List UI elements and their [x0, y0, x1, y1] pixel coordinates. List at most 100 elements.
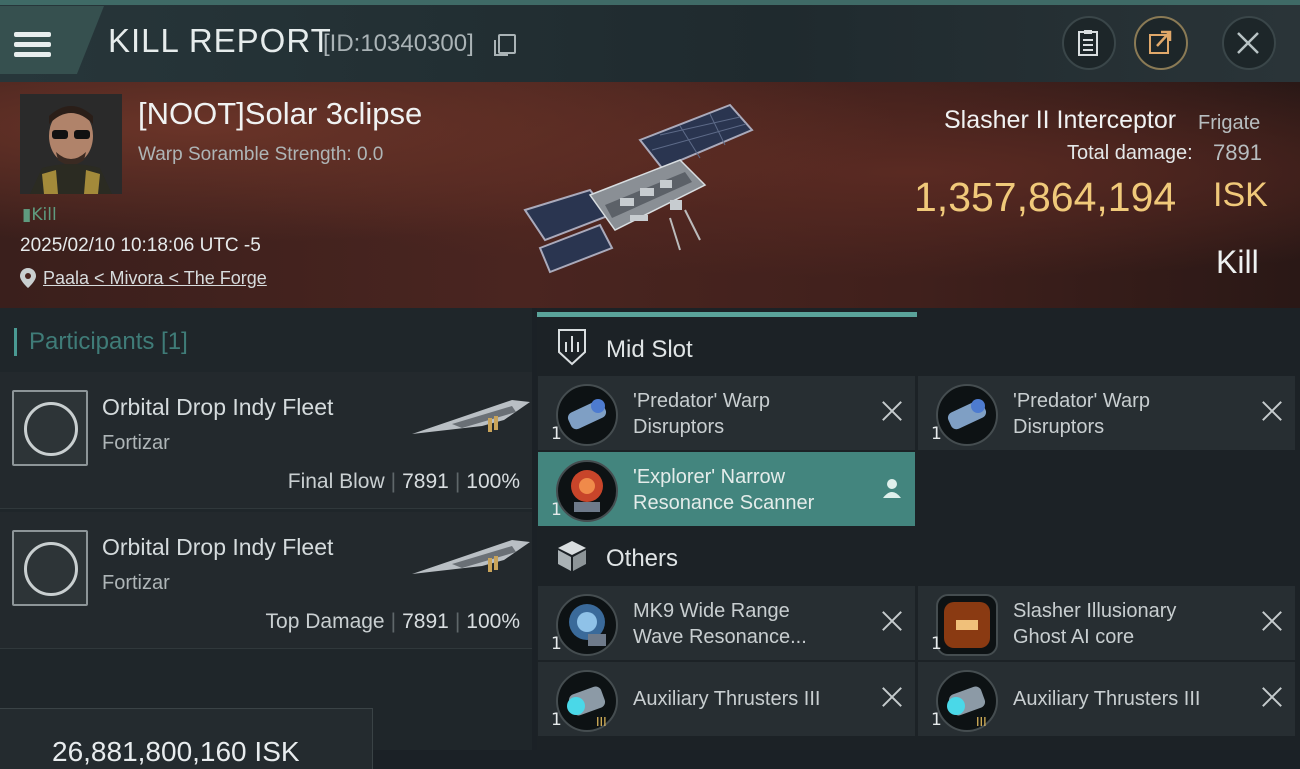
module-name-line-1: Auxiliary Thrusters III	[1013, 688, 1201, 710]
module-item[interactable]: III 1 Auxiliary Thrusters III	[538, 662, 915, 736]
thruster-icon: III	[936, 670, 998, 732]
participant-damage: 7891	[402, 610, 449, 633]
scanner-icon	[556, 460, 618, 522]
report-id: [ID:10340300]	[323, 30, 474, 57]
corp-emblem-icon	[12, 390, 88, 466]
module-name-line-2: Resonance Scanner	[633, 492, 815, 514]
close-icon	[1237, 32, 1259, 54]
participant-ship: Fortizar	[102, 572, 170, 594]
kill-tag: ▮Kill	[22, 205, 57, 225]
warp-disruptor-icon	[556, 384, 618, 446]
module-qty: 1	[931, 424, 942, 444]
participant-stats: Top Damage | 7891 | 100%	[265, 610, 520, 633]
portrait-image	[20, 94, 122, 194]
module-qty: 1	[551, 500, 562, 520]
resonance-scanner-icon	[556, 594, 618, 656]
copy-icon[interactable]	[494, 34, 516, 56]
kill-tag-label: Kill	[31, 205, 57, 225]
module-qty: 1	[551, 424, 562, 444]
warp-scramble-strength: Warp Soramble Strength: 0.0	[138, 144, 384, 165]
module-name: 'Predator' Warp Disruptors	[1013, 388, 1243, 440]
module-name: MK9 Wide Range Wave Resonance...	[633, 598, 863, 650]
module-name-line-1: MK9 Wide Range	[633, 600, 790, 622]
participant-role: Top Damage	[265, 610, 385, 633]
participant-row[interactable]: Orbital Drop Indy Fleet Fortizar Final B…	[0, 372, 532, 509]
participant-ship-icon	[412, 540, 530, 574]
participant-percent: 100%	[466, 470, 520, 493]
kill-datetime: 2025/02/10 10:18:06 UTC -5	[20, 235, 261, 256]
victim-portrait[interactable]	[20, 94, 122, 194]
share-icon	[1149, 30, 1172, 54]
destroyed-icon	[881, 610, 903, 632]
module-name-line-1: 'Predator' Warp	[633, 390, 770, 412]
participant-damage: 7891	[402, 470, 449, 493]
menu-icon[interactable]	[14, 32, 51, 58]
module-qty: 1	[931, 710, 942, 730]
module-name-line-2: Disruptors	[633, 416, 725, 438]
clipboard-button[interactable]	[1062, 16, 1116, 70]
module-qty: 1	[931, 634, 942, 654]
victim-ship-class: Frigate	[1198, 112, 1261, 134]
thruster-icon: III	[556, 670, 618, 732]
destroyed-icon	[1261, 686, 1283, 708]
participant-fleet: Orbital Drop Indy Fleet	[102, 534, 334, 560]
module-item[interactable]: III 1 Auxiliary Thrusters III	[918, 662, 1295, 736]
participant-ship: Fortizar	[102, 432, 170, 454]
destroyed-icon	[1261, 610, 1283, 632]
total-damage-value: 7891	[1213, 140, 1262, 165]
victim-banner: [NOOT]Solar 3clipse Warp Soramble Streng…	[0, 82, 1300, 308]
victim-ship-name[interactable]: Slasher II Interceptor	[944, 106, 1176, 135]
clipboard-icon	[1078, 30, 1098, 56]
participant-row[interactable]: Orbital Drop Indy Fleet Fortizar Top Dam…	[0, 512, 532, 649]
participants-heading: Participants [1]	[14, 328, 188, 356]
participants-panel: Participants [1] Orbital Drop Indy Fleet…	[0, 308, 532, 769]
corp-emblem-icon	[12, 530, 88, 606]
location-link[interactable]: Paala < Mivora < The Forge	[43, 268, 267, 289]
warp-disruptor-icon	[936, 384, 998, 446]
others-heading: Others	[606, 545, 679, 572]
module-item-selected[interactable]: 1 'Explorer' Narrow Resonance Scanner	[538, 452, 915, 526]
module-qty: 1	[551, 710, 562, 730]
module-name-line-1: 'Predator' Warp	[1013, 390, 1150, 412]
isk-unit: ISK	[1213, 176, 1268, 214]
module-item[interactable]: 1 Slasher Illusionary Ghost AI core	[918, 586, 1295, 660]
destroyed-icon	[1261, 400, 1283, 422]
page-title: KILL REPORT	[108, 22, 332, 59]
module-item[interactable]: 1 'Predator' Warp Disruptors	[538, 376, 915, 450]
isk-value: 1,357,864,194	[914, 174, 1177, 220]
ship-render-image	[523, 103, 754, 274]
mid-slot-heading: Mid Slot	[606, 336, 693, 363]
module-item[interactable]: 1 MK9 Wide Range Wave Resonance...	[538, 586, 915, 660]
person-icon	[883, 479, 901, 498]
top-bar: KILL REPORT [ID:10340300]	[0, 0, 1300, 82]
ai-core-icon	[936, 594, 998, 656]
participant-role: Final Blow	[287, 470, 385, 493]
module-name-line-1: 'Explorer' Narrow	[633, 466, 786, 488]
module-name-line-2: Wave Resonance...	[633, 626, 807, 648]
menu-button[interactable]	[0, 6, 104, 74]
close-button[interactable]	[1222, 16, 1276, 70]
victim-name[interactable]: [NOOT]Solar 3clipse	[138, 96, 422, 132]
module-item[interactable]: 1 'Predator' Warp Disruptors	[918, 376, 1295, 450]
participant-stats: Final Blow | 7891 | 100%	[287, 470, 520, 493]
svg-text:III: III	[976, 715, 987, 729]
module-qty: 1	[551, 634, 562, 654]
module-name-line-2: Ghost AI core	[1013, 626, 1135, 648]
result-label: Kill	[1216, 244, 1259, 280]
location-pin-icon	[20, 268, 36, 288]
module-name-line-1: Slasher Illusionary	[1013, 600, 1177, 622]
value-summary: 26,881,800,160 ISK	[52, 736, 300, 767]
module-name-line-2: Disruptors	[1013, 416, 1105, 438]
module-name: 'Explorer' Narrow Resonance Scanner	[633, 464, 863, 516]
total-damage-label: Total damage:	[1067, 142, 1193, 164]
share-button[interactable]	[1134, 16, 1188, 70]
svg-text:III: III	[596, 715, 607, 729]
active-tab-indicator	[537, 312, 917, 317]
module-name: Auxiliary Thrusters III	[1013, 686, 1243, 712]
others-cube-icon	[558, 541, 586, 571]
participant-ship-icon	[412, 400, 530, 434]
participant-fleet: Orbital Drop Indy Fleet	[102, 394, 334, 420]
participant-percent: 100%	[466, 610, 520, 633]
module-name: Auxiliary Thrusters III	[633, 686, 863, 712]
destroyed-icon	[881, 400, 903, 422]
